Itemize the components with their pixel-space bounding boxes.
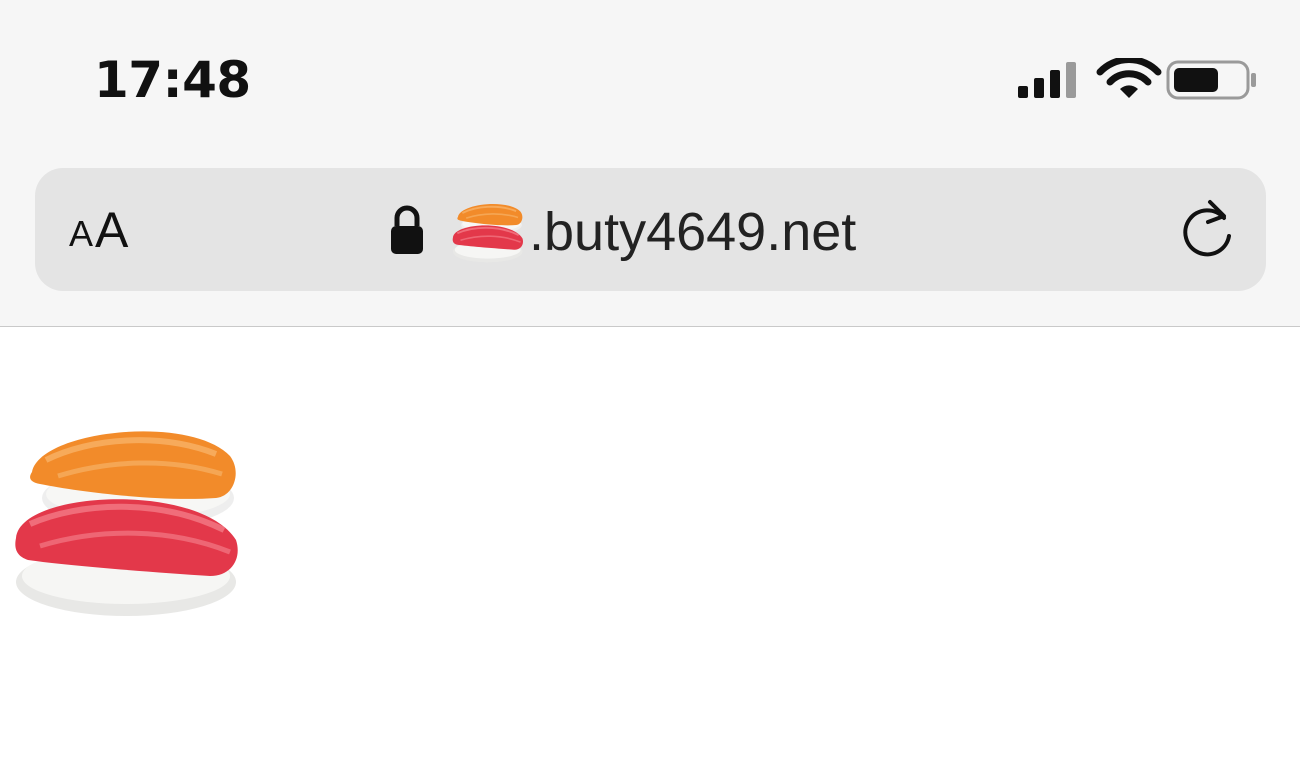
status-bar: 17:48 [0, 0, 1300, 160]
cellular-signal-icon [1018, 62, 1076, 98]
status-icons [1016, 58, 1256, 104]
url-display[interactable]: .buty4649.net [387, 196, 947, 266]
browser-chrome: 17:48 A A .buty4649.net [0, 0, 1300, 327]
text-size-button[interactable]: A A [57, 198, 147, 258]
reload-icon[interactable] [1176, 196, 1238, 262]
text-size-large-a: A [95, 202, 129, 258]
address-bar[interactable]: A A .buty4649.net [35, 168, 1266, 291]
page-content [0, 328, 1300, 766]
lock-icon [391, 205, 423, 254]
wifi-icon [1096, 58, 1162, 98]
text-size-small-a: A [69, 213, 94, 254]
battery-icon [1166, 60, 1256, 100]
sushi-emoji [451, 200, 525, 264]
url-domain-text: .buty4649.net [529, 202, 857, 262]
sushi-emoji [10, 420, 244, 620]
status-time: 17:48 [94, 51, 251, 109]
